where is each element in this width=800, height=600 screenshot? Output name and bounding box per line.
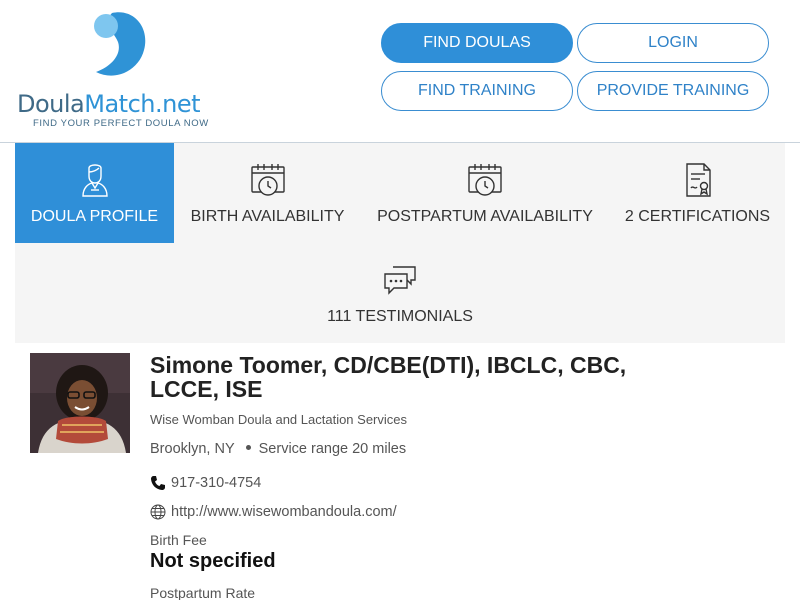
globe-icon bbox=[150, 504, 166, 520]
location-text: Brooklyn, NY bbox=[150, 441, 235, 457]
birth-fee-value: Not specified bbox=[150, 550, 276, 572]
login-button[interactable]: LOGIN bbox=[577, 23, 769, 63]
doula-name: Simone Toomer, CD/CBE(DTI), IBCLC, CBC, … bbox=[150, 352, 627, 402]
tab-postpartum-availability[interactable]: POSTPARTUM AVAILABILITY bbox=[370, 143, 600, 243]
phone-icon bbox=[151, 476, 165, 490]
tab-birth-availability[interactable]: BIRTH AVAILABILITY bbox=[175, 143, 360, 243]
postpartum-rate-label: Postpartum Rate bbox=[150, 585, 256, 600]
tab-label: 111 TESTIMONIALS bbox=[327, 308, 473, 325]
business-name: Wise Womban Doula and Lactation Services bbox=[150, 412, 407, 427]
tab-label: POSTPARTUM AVAILABILITY bbox=[377, 208, 593, 225]
profile-tabs: DOULA PROFILE BIRTH AVAILABILITY POSTPAR… bbox=[15, 143, 785, 343]
calendar-clock-icon bbox=[468, 164, 502, 196]
separator-dot bbox=[245, 444, 251, 450]
chat-bubbles-icon bbox=[384, 266, 416, 295]
phone-row[interactable]: 917-310-4754 bbox=[150, 475, 261, 491]
site-logo[interactable]: DoulaMatch.net FIND YOUR PERFECT DOULA N… bbox=[15, 10, 220, 135]
birth-fee-label: Birth Fee bbox=[150, 532, 207, 548]
find-doulas-button[interactable]: FIND DOULAS bbox=[381, 23, 573, 63]
location-row: Brooklyn, NY Service range 20 miles bbox=[150, 441, 406, 457]
provide-training-button[interactable]: PROVIDE TRAINING bbox=[577, 71, 769, 111]
tab-label: DOULA PROFILE bbox=[30, 208, 159, 225]
phone-number[interactable]: 917-310-4754 bbox=[171, 475, 261, 491]
tab-testimonials[interactable]: 111 TESTIMONIALS bbox=[300, 243, 500, 343]
tab-certifications[interactable]: 2 CERTIFICATIONS bbox=[610, 143, 785, 243]
tab-doula-profile[interactable]: DOULA PROFILE bbox=[15, 143, 174, 243]
logo-tagline: FIND YOUR PERFECT DOULA NOW bbox=[33, 118, 209, 129]
service-range-text: Service range 20 miles bbox=[258, 441, 407, 457]
doula-avatar bbox=[30, 353, 130, 453]
site-header: DoulaMatch.net FIND YOUR PERFECT DOULA N… bbox=[0, 0, 800, 143]
logo-mark-icon bbox=[94, 12, 146, 76]
doula-person-icon bbox=[81, 164, 108, 197]
website-link[interactable]: http://www.wisewombandoula.com/ bbox=[171, 504, 397, 520]
find-training-button[interactable]: FIND TRAINING bbox=[381, 71, 573, 111]
certificate-icon bbox=[685, 163, 711, 197]
website-row[interactable]: http://www.wisewombandoula.com/ bbox=[150, 504, 397, 520]
tab-label: BIRTH AVAILABILITY bbox=[190, 208, 345, 225]
calendar-clock-icon bbox=[250, 164, 285, 196]
logo-wordmark: DoulaMatch.net bbox=[17, 90, 200, 118]
tab-label: 2 CERTIFICATIONS bbox=[624, 208, 771, 225]
